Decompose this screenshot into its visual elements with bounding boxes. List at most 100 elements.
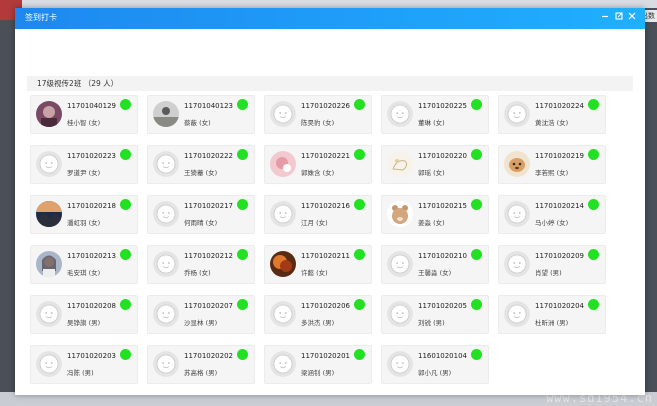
student-name: 蔡蔽 (女) [184,119,211,127]
student-id: 11701020218 [67,202,116,210]
student-name: 刘锐 (男) [418,319,445,327]
student-avatar [387,151,413,177]
default-avatar-icon [270,351,296,377]
student-card[interactable]: 11701020210 王馨淼 (女) [381,245,489,284]
student-card[interactable]: 11701020203 冯陈 (男) [30,345,138,384]
student-name: 陈昊豹 (女) [301,119,335,127]
present-status-icon [237,149,248,160]
student-avatar [36,201,62,227]
student-card[interactable]: 11701040129 桂小智 (女) [30,95,138,134]
student-id: 11601020104 [418,352,467,360]
student-id: 11701020215 [418,202,467,210]
student-card[interactable]: 11701020206 多洪杰 (男) [264,295,372,334]
student-name: 董琳 (女) [418,119,445,127]
student-name: 梁涵钊 (男) [301,369,335,377]
student-card[interactable]: 11701020221 郭姝含 (女) [264,145,372,184]
default-avatar-icon [387,301,413,327]
student-card[interactable]: 11701020224 黄沈浩 (女) [498,95,606,134]
student-id: 11701020223 [67,152,116,160]
default-avatar-icon [504,201,530,227]
student-name: 冯陈 (男) [67,369,94,377]
student-card[interactable]: 11701020209 肖望 (男) [498,245,606,284]
student-name: 郭姝含 (女) [301,169,335,177]
class-name: 17级视传2班 [37,79,82,88]
student-card[interactable]: 11701020225 董琳 (女) [381,95,489,134]
student-id: 11701020214 [535,202,584,210]
student-card[interactable]: 11701020223 罗道尹 (女) [30,145,138,184]
student-name: 乔杨 (女) [184,269,211,277]
present-status-icon [120,249,131,260]
student-name: 何雨晴 (女) [184,219,218,227]
student-name: 李若熙 (女) [535,169,569,177]
student-id: 11701020202 [184,352,233,360]
student-id: 11701020209 [535,252,584,260]
student-id: 11701020220 [418,152,467,160]
background-window-header [0,0,657,8]
default-avatar-icon [153,151,179,177]
student-avatar [504,151,530,177]
present-status-icon [120,349,131,360]
default-avatar-icon [387,351,413,377]
student-id: 11701020225 [418,102,467,110]
student-name: 罗道尹 (女) [67,169,101,177]
present-status-icon [237,249,248,260]
student-name: 潘虹羽 (女) [67,219,101,227]
student-avatar [36,101,62,127]
present-status-icon [471,149,482,160]
present-status-icon [354,249,365,260]
class-title: 17级视传2班 （29 人） [37,78,118,89]
student-card[interactable]: 11701020217 何雨晴 (女) [147,195,255,234]
default-avatar-icon [153,301,179,327]
default-avatar-icon [153,351,179,377]
student-name: 王猗蓁 (女) [184,169,218,177]
present-status-icon [588,249,599,260]
minimize-icon[interactable] [599,11,611,25]
present-status-icon [471,99,482,110]
default-avatar-icon [504,251,530,277]
default-avatar-icon [153,201,179,227]
student-name: 杜昕洲 (男) [535,319,569,327]
default-avatar-icon [153,251,179,277]
close-icon[interactable] [626,11,638,25]
student-id: 11701020219 [535,152,584,160]
student-card[interactable]: 11701020213 毛安琪 (女) [30,245,138,284]
student-id: 11701020217 [184,202,233,210]
present-status-icon [588,149,599,160]
student-card[interactable]: 11701020226 陈昊豹 (女) [264,95,372,134]
present-status-icon [588,299,599,310]
student-card[interactable]: 11701020212 乔杨 (女) [147,245,255,284]
student-card[interactable]: 11601020104 郭小凡 (男) [381,345,489,384]
student-card[interactable]: 11701020218 潘虹羽 (女) [30,195,138,234]
student-card[interactable]: 11701020207 沙显林 (男) [147,295,255,334]
student-card[interactable]: 11701020219 李若熙 (女) [498,145,606,184]
present-status-icon [588,99,599,110]
student-card[interactable]: 11701020208 吴铮旗 (男) [30,295,138,334]
student-name: 肖望 (男) [535,269,562,277]
student-id: 11701020207 [184,302,233,310]
sign-in-dialog: 签到打卡 17级视传2班 （29 人） 11701040129 桂小智 (女) 11… [15,8,645,395]
student-id: 11701020210 [418,252,467,260]
present-status-icon [354,149,365,160]
student-card[interactable]: 11701020222 王猗蓁 (女) [147,145,255,184]
student-card[interactable]: 11701020216 江月 (女) [264,195,372,234]
student-card[interactable]: 11701020214 马小婷 (女) [498,195,606,234]
student-id: 11701040123 [184,102,233,110]
student-card[interactable]: 11701040123 蔡蔽 (女) [147,95,255,134]
present-status-icon [120,299,131,310]
student-card[interactable]: 11701020211 许懿 (女) [264,245,372,284]
student-id: 11701020211 [301,252,350,260]
student-card[interactable]: 11701020215 姜淼 (女) [381,195,489,234]
default-avatar-icon [504,101,530,127]
student-id: 11701020213 [67,252,116,260]
student-card[interactable]: 11701020202 苏高格 (男) [147,345,255,384]
dialog-title: 签到打卡 [25,13,57,22]
present-status-icon [237,349,248,360]
student-card[interactable]: 11701020205 刘锐 (男) [381,295,489,334]
maximize-icon[interactable] [613,11,625,25]
student-name: 许懿 (女) [301,269,328,277]
student-card[interactable]: 11701020204 杜昕洲 (男) [498,295,606,334]
student-id: 11701020201 [301,352,350,360]
student-name: 江月 (女) [301,219,328,227]
student-card[interactable]: 11701020201 梁涵钊 (男) [264,345,372,384]
student-card[interactable]: 11701020220 郭瑶 (女) [381,145,489,184]
